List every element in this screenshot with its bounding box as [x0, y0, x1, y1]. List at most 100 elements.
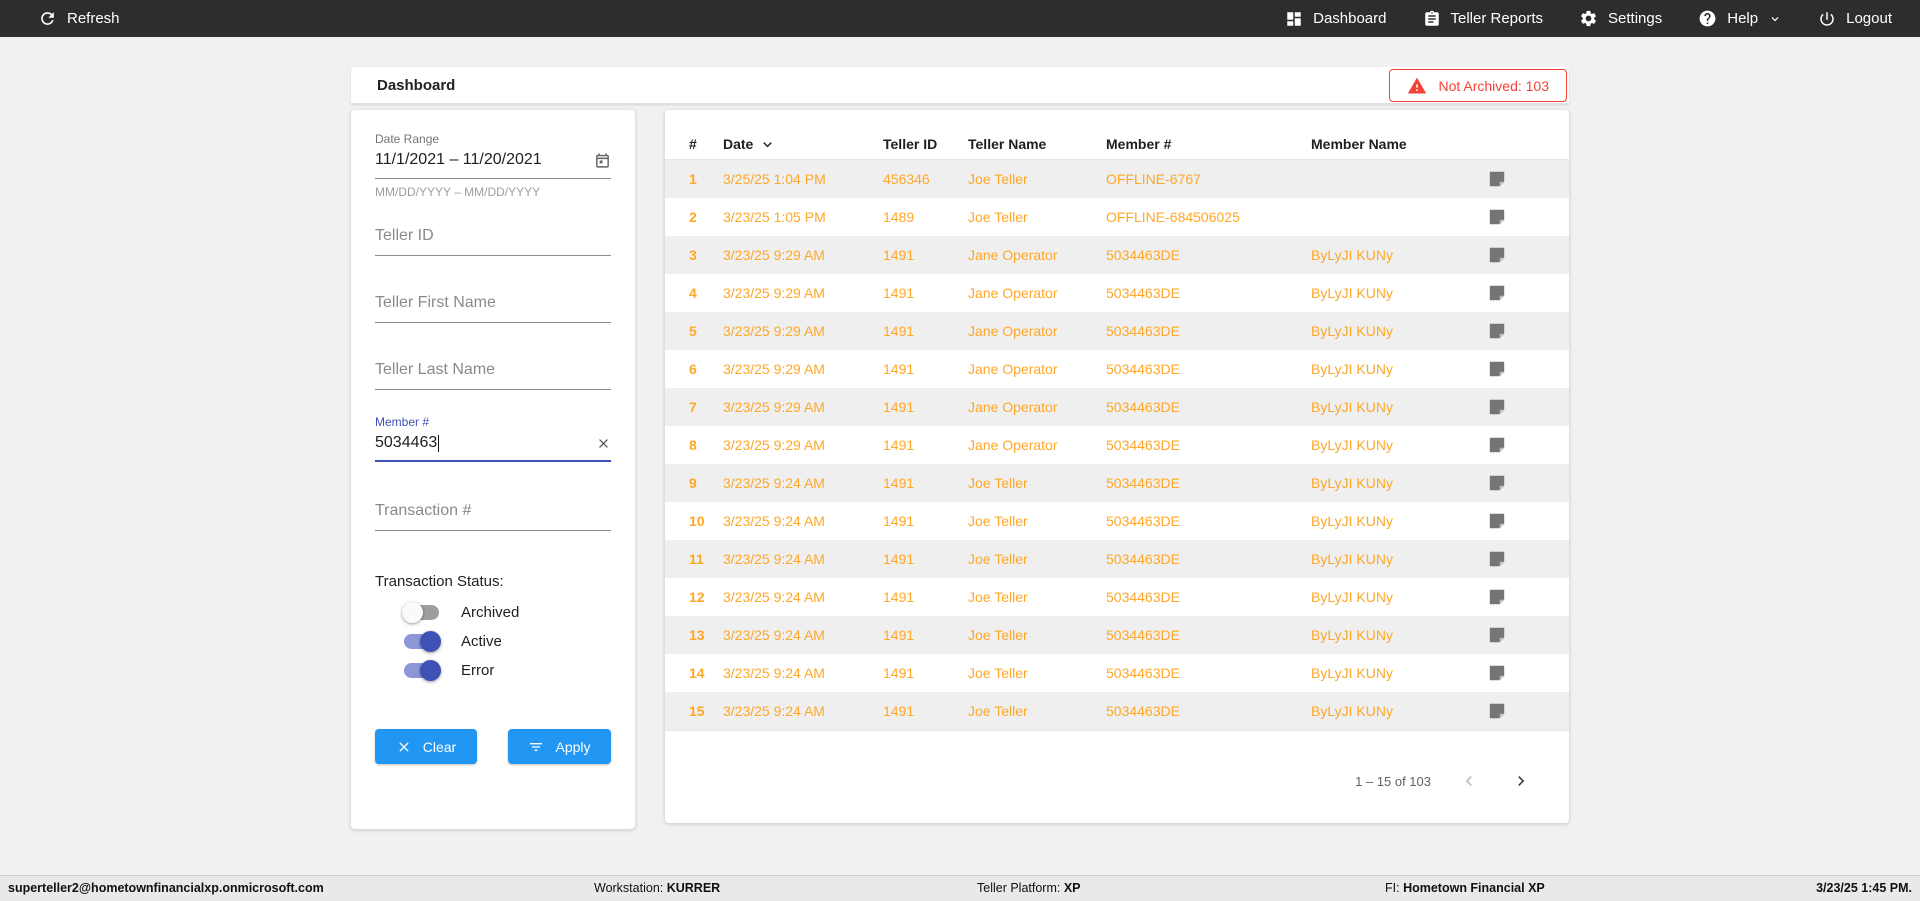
row-member-num: OFFLINE-684506025: [1106, 209, 1240, 225]
row-teller-id: 1491: [883, 551, 915, 567]
row-member-name: ByLyJI KUNy: [1311, 589, 1393, 605]
note-icon[interactable]: [1488, 474, 1545, 492]
note-icon[interactable]: [1488, 284, 1545, 302]
apply-button-label: Apply: [555, 738, 591, 755]
date-range-field[interactable]: Date Range 11/1/2021 – 11/20/2021 MM/DD/…: [375, 132, 611, 199]
teller-platform-info: Teller Platform: XP: [977, 881, 1081, 895]
row-num: 4: [689, 285, 697, 301]
row-num: 12: [689, 589, 705, 605]
nav-logout[interactable]: Logout: [1818, 10, 1892, 28]
row-member-num: OFFLINE-6767: [1106, 171, 1201, 187]
table-row[interactable]: 10 3/23/25 9:24 AM 1491 Joe Teller 5034463DE…: [665, 502, 1569, 540]
current-datetime: 3/23/25 1:45 PM.: [1816, 881, 1912, 895]
teller-id-field[interactable]: Teller ID: [375, 227, 611, 256]
note-icon[interactable]: [1488, 208, 1545, 226]
row-member-num: 5034463DE: [1106, 551, 1180, 567]
row-member-name: ByLyJI KUNy: [1311, 627, 1393, 643]
note-icon[interactable]: [1488, 246, 1545, 264]
note-icon[interactable]: [1488, 170, 1545, 188]
nav-logout-label: Logout: [1846, 10, 1892, 27]
note-icon[interactable]: [1488, 702, 1545, 720]
note-icon[interactable]: [1488, 664, 1545, 682]
page-title: Dashboard: [377, 76, 456, 94]
table-row[interactable]: 15 3/23/25 9:24 AM 1491 Joe Teller 5034463DE…: [665, 692, 1569, 730]
toggle-label: Active: [461, 633, 502, 650]
table-row[interactable]: 1 3/25/25 1:04 PM 456346 Joe Teller OFFLINE-…: [665, 160, 1569, 198]
apply-button[interactable]: Apply: [508, 729, 611, 764]
date-range-value: 11/1/2021 – 11/20/2021: [375, 151, 542, 168]
toggle-switch[interactable]: [404, 660, 441, 681]
table-row[interactable]: 4 3/23/25 9:29 AM 1491 Jane Operator 5034463…: [665, 274, 1569, 312]
fi-info: FI: Hometown Financial XP: [1385, 881, 1545, 895]
table-row[interactable]: 2 3/23/25 1:05 PM 1489 Joe Teller OFFLINE-68…: [665, 198, 1569, 236]
nav-help[interactable]: Help: [1698, 9, 1782, 28]
table-row[interactable]: 11 3/23/25 9:24 AM 1491 Joe Teller 5034463DE…: [665, 540, 1569, 578]
toggle-error[interactable]: Error: [404, 660, 611, 681]
refresh-button[interactable]: Refresh: [38, 9, 120, 28]
col-header-teller-id: Teller ID: [883, 136, 938, 152]
date-range-hint: MM/DD/YYYY – MM/DD/YYYY: [375, 185, 541, 199]
nav-teller-reports[interactable]: Teller Reports: [1423, 10, 1544, 28]
note-icon[interactable]: [1488, 512, 1545, 530]
table-row[interactable]: 6 3/23/25 9:29 AM 1491 Jane Operator 5034463…: [665, 350, 1569, 388]
nav-teller-reports-label: Teller Reports: [1450, 10, 1544, 27]
transactions-table-card: # Date Teller ID Teller Name Member # Me…: [665, 110, 1569, 823]
note-icon[interactable]: [1488, 360, 1545, 378]
pagination-range-text: 1 – 15 of 103: [1355, 773, 1431, 789]
toggle-active[interactable]: Active: [404, 631, 611, 652]
member-number-field[interactable]: Member # 5034463: [375, 415, 611, 462]
clear-button[interactable]: Clear: [375, 729, 477, 764]
table-row[interactable]: 14 3/23/25 9:24 AM 1491 Joe Teller 5034463DE…: [665, 654, 1569, 692]
dashboard-icon: [1285, 10, 1303, 28]
pagination: 1 – 15 of 103: [1355, 767, 1535, 795]
next-page-button[interactable]: [1507, 767, 1535, 795]
row-member-num: 5034463DE: [1106, 247, 1180, 263]
table-row[interactable]: 13 3/23/25 9:24 AM 1491 Joe Teller 5034463DE…: [665, 616, 1569, 654]
table-row[interactable]: 5 3/23/25 9:29 AM 1491 Jane Operator 5034463…: [665, 312, 1569, 350]
toggle-switch[interactable]: [402, 602, 439, 623]
note-icon[interactable]: [1488, 436, 1545, 454]
note-icon[interactable]: [1488, 398, 1545, 416]
row-member-num: 5034463DE: [1106, 399, 1180, 415]
power-icon: [1818, 10, 1836, 28]
row-member-num: 5034463DE: [1106, 589, 1180, 605]
col-header-date[interactable]: Date: [723, 136, 883, 153]
row-date: 3/23/25 9:24 AM: [723, 665, 825, 681]
note-icon[interactable]: [1488, 550, 1545, 568]
top-navigation-bar: Refresh Dashboard Teller Reports Setting…: [0, 0, 1920, 37]
nav-settings[interactable]: Settings: [1579, 9, 1662, 28]
calendar-icon[interactable]: [594, 152, 611, 169]
row-num: 7: [689, 399, 697, 415]
previous-page-button[interactable]: [1455, 767, 1483, 795]
row-date: 3/23/25 9:24 AM: [723, 703, 825, 719]
teller-last-name-field[interactable]: Teller Last Name: [375, 361, 611, 390]
row-member-num: 5034463DE: [1106, 627, 1180, 643]
row-teller-id: 1491: [883, 665, 915, 681]
toggle-archived[interactable]: Archived: [402, 602, 611, 623]
not-archived-badge[interactable]: Not Archived: 103: [1389, 69, 1567, 102]
row-teller-name: Joe Teller: [968, 209, 1028, 225]
clear-field-icon[interactable]: [596, 436, 611, 451]
table-row[interactable]: 12 3/23/25 9:24 AM 1491 Joe Teller 5034463DE…: [665, 578, 1569, 616]
transaction-number-field[interactable]: Transaction #: [375, 502, 611, 531]
teller-first-name-field[interactable]: Teller First Name: [375, 294, 611, 323]
nav-dashboard[interactable]: Dashboard: [1285, 10, 1387, 28]
toggle-switch[interactable]: [404, 631, 441, 652]
warning-triangle-icon: [1407, 76, 1427, 96]
note-icon[interactable]: [1488, 626, 1545, 644]
transaction-status-toggles: Archived Active Error: [375, 602, 611, 681]
col-header-member-name: Member Name: [1311, 136, 1407, 152]
refresh-icon: [38, 9, 57, 28]
table-row[interactable]: 9 3/23/25 9:24 AM 1491 Joe Teller 5034463DE B…: [665, 464, 1569, 502]
note-icon[interactable]: [1488, 322, 1545, 340]
row-date: 3/23/25 9:24 AM: [723, 627, 825, 643]
nav-dashboard-label: Dashboard: [1313, 10, 1387, 27]
gear-icon: [1579, 9, 1598, 28]
row-teller-id: 1491: [883, 437, 915, 453]
table-row[interactable]: 3 3/23/25 9:29 AM 1491 Jane Operator 5034463…: [665, 236, 1569, 274]
table-row[interactable]: 8 3/23/25 9:29 AM 1491 Jane Operator 5034463…: [665, 426, 1569, 464]
table-row[interactable]: 7 3/23/25 9:29 AM 1491 Jane Operator 5034463…: [665, 388, 1569, 426]
help-icon: [1698, 9, 1717, 28]
row-member-num: 5034463DE: [1106, 285, 1180, 301]
note-icon[interactable]: [1488, 588, 1545, 606]
